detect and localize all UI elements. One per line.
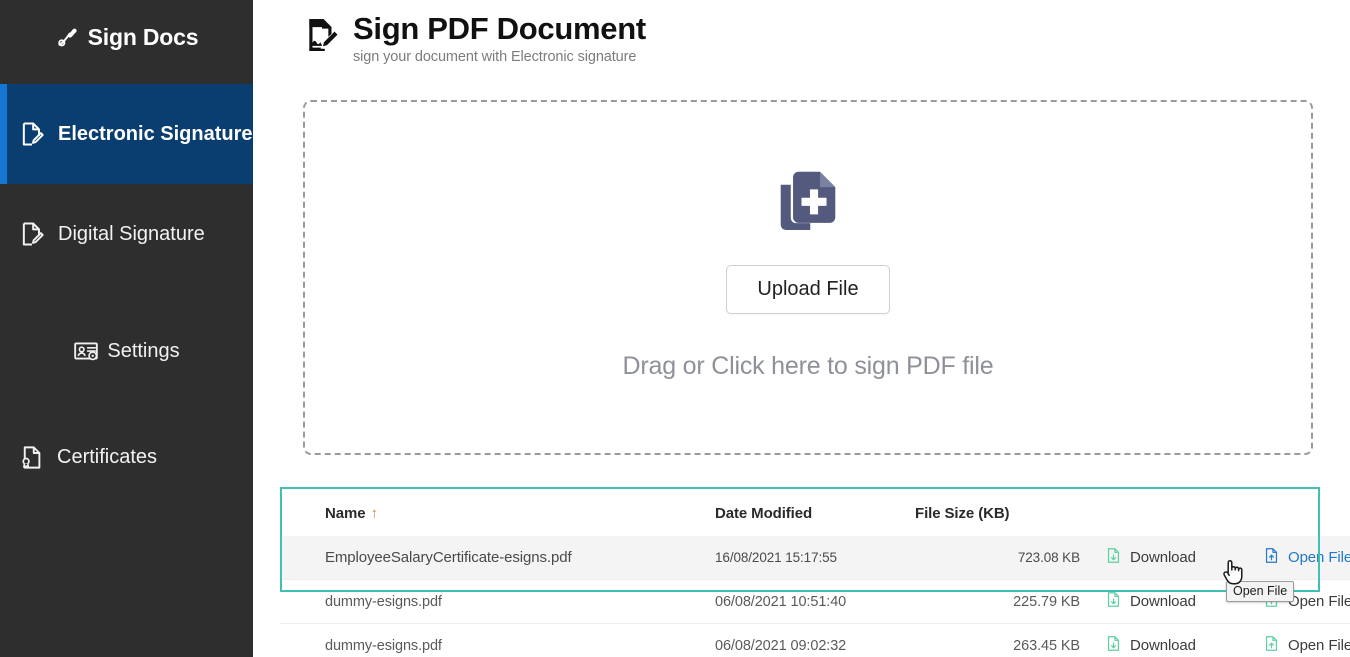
cell-file-name: dummy-esigns.pdf xyxy=(325,593,442,610)
cell-file-size: 263.45 KB xyxy=(1013,637,1080,654)
column-header-file-size-label: File Size (KB) xyxy=(915,505,1010,522)
file-dropzone[interactable]: Upload File Drag or Click here to sign P… xyxy=(303,100,1313,455)
sidebar-item-digital-signature[interactable]: Digital Signature xyxy=(0,184,253,284)
sidebar-item-certificates[interactable]: Certificates xyxy=(0,418,253,496)
download-link[interactable]: Download xyxy=(1105,590,1196,613)
table-row[interactable]: dummy-esigns.pdf 06/08/2021 09:02:32 263… xyxy=(280,623,1350,657)
column-header-name-label: Name xyxy=(325,505,366,522)
document-sign-icon xyxy=(303,16,341,59)
open-file-label: Open File xyxy=(1288,637,1350,654)
open-file-label: Open File xyxy=(1288,593,1350,610)
cell-download: Download xyxy=(1080,536,1245,580)
cell-open-file: Open File xyxy=(1245,624,1350,657)
cell-download: Download xyxy=(1080,580,1245,624)
file-download-icon xyxy=(1105,546,1122,569)
sidebar-item-settings[interactable]: Settings xyxy=(0,312,253,390)
sidebar-item-label: Certificates xyxy=(57,445,158,468)
sidebar-item-label: Electronic Signature xyxy=(58,122,253,145)
page-title: Sign PDF Document xyxy=(353,11,646,46)
file-add-icon xyxy=(769,164,847,247)
sidebar-item-electronic-signature[interactable]: Electronic Signature xyxy=(0,84,253,184)
file-download-icon xyxy=(1105,634,1122,657)
open-file-label: Open File xyxy=(1288,549,1350,566)
certificate-seal-icon xyxy=(18,444,45,471)
column-header-name[interactable]: Name ↑ xyxy=(280,487,715,536)
column-header-download xyxy=(1080,487,1245,536)
download-label: Download xyxy=(1130,593,1196,610)
sidebar: Sign Docs Electronic Signature Digital S… xyxy=(0,0,253,657)
cell-date-modified: 06/08/2021 10:51:40 xyxy=(715,593,847,610)
open-file-tooltip: Open File xyxy=(1226,581,1295,603)
file-list-table: Name ↑ Date Modified File Size (KB) Emplo… xyxy=(280,487,1350,657)
brand-logo[interactable]: Sign Docs xyxy=(0,0,253,74)
download-link[interactable]: Download xyxy=(1105,634,1196,657)
cell-date-modified: 06/08/2021 09:02:32 xyxy=(715,637,847,654)
page-header: Sign PDF Document sign your document wit… xyxy=(253,0,1350,65)
pen-signature-icon xyxy=(55,24,81,50)
id-card-gear-icon xyxy=(73,338,99,364)
cell-download: Download xyxy=(1080,624,1245,657)
file-open-icon xyxy=(1263,546,1280,569)
column-header-open xyxy=(1245,487,1350,536)
cell-date-modified: 16/08/2021 15:17:55 xyxy=(715,536,915,580)
document-pen-icon xyxy=(18,120,46,148)
open-file-link[interactable]: Open File xyxy=(1263,546,1350,569)
cell-file-size: 723.08 KB xyxy=(915,536,1080,580)
sort-ascending-icon[interactable]: ↑ xyxy=(370,505,378,522)
cell-file-size: 225.79 KB xyxy=(1013,593,1080,610)
upload-file-button[interactable]: Upload File xyxy=(726,265,890,314)
open-file-link[interactable]: Open File xyxy=(1263,634,1350,657)
sidebar-item-label: Settings xyxy=(107,339,180,362)
cell-file-name: dummy-esigns.pdf xyxy=(325,637,442,654)
column-header-date-modified[interactable]: Date Modified xyxy=(715,487,915,536)
download-link[interactable]: Download xyxy=(1105,546,1196,569)
file-open-icon xyxy=(1263,634,1280,657)
brand-label: Sign Docs xyxy=(87,23,199,50)
dropzone-hint: Drag or Click here to sign PDF file xyxy=(622,352,994,380)
sidebar-item-label: Digital Signature xyxy=(58,222,205,245)
document-pen-icon xyxy=(18,220,46,248)
page-subtitle: sign your document with Electronic signa… xyxy=(353,48,637,65)
file-download-icon xyxy=(1105,590,1122,613)
cell-open-file: Open File xyxy=(1245,536,1350,580)
cell-file-name: EmployeeSalaryCertificate-esigns.pdf xyxy=(280,536,715,580)
download-label: Download xyxy=(1130,549,1196,566)
download-label: Download xyxy=(1130,637,1196,654)
table-row[interactable]: dummy-esigns.pdf 06/08/2021 10:51:40 225… xyxy=(280,579,1350,624)
table-row[interactable]: EmployeeSalaryCertificate-esigns.pdf 16/… xyxy=(280,536,1350,580)
column-header-file-size[interactable]: File Size (KB) xyxy=(915,487,1080,536)
table-header-row: Name ↑ Date Modified File Size (KB) xyxy=(280,487,1350,536)
